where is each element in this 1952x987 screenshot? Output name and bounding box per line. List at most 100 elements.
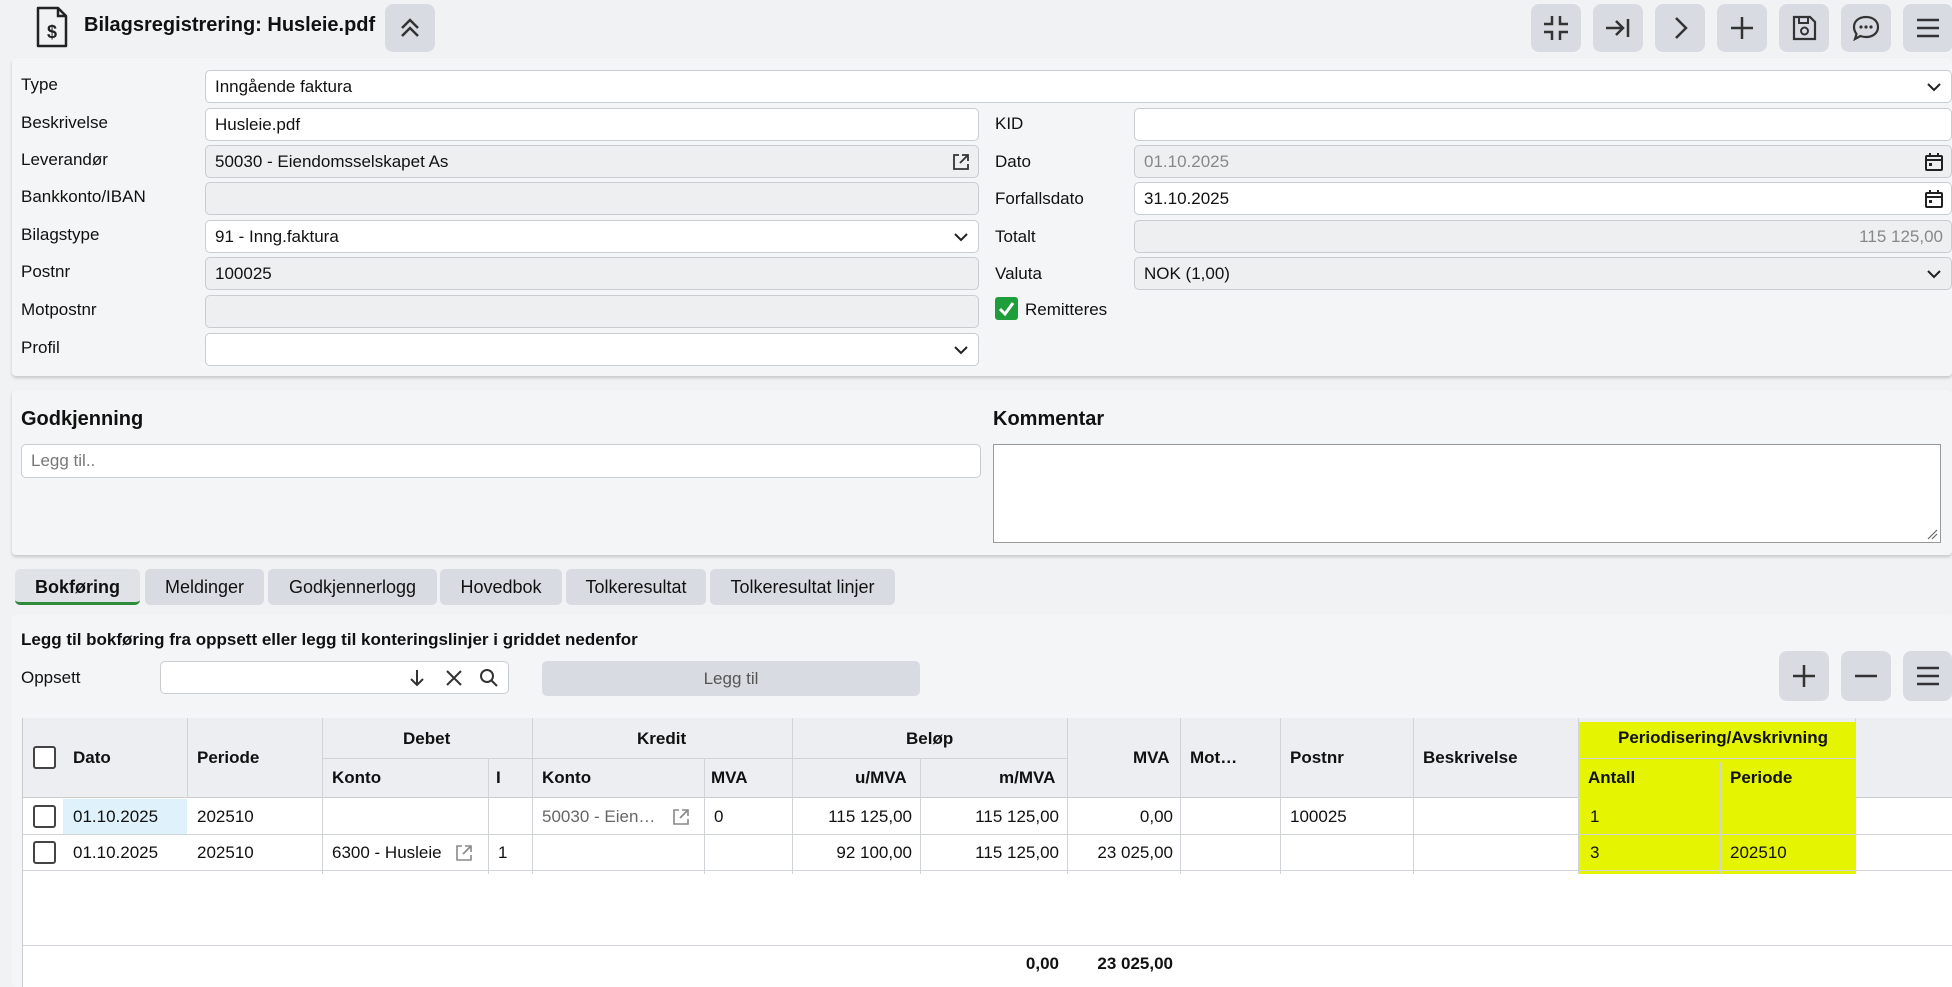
cell-debet-konto[interactable]: 6300 - Husleie <box>332 843 442 863</box>
tab-tolkeresultat-linjer[interactable]: Tolkeresultat linjer <box>710 569 895 605</box>
beskrivelse-input[interactable]: Husleie.pdf <box>205 108 979 141</box>
cell-debet-i[interactable]: 1 <box>498 843 507 863</box>
row-checkbox[interactable] <box>33 805 56 828</box>
leverandor-field[interactable]: 50030 - Eiendomsselskapet As <box>205 145 979 178</box>
col-periode[interactable]: Periode <box>197 748 259 768</box>
cell-mva[interactable]: 0,00 <box>1075 807 1173 827</box>
tab-label: Tolkeresultat <box>585 577 687 597</box>
cell-m-mva[interactable]: 115 125,00 <box>928 843 1059 863</box>
col-debet-konto[interactable]: Konto <box>332 768 381 788</box>
valuta-select[interactable]: NOK (1,00) <box>1134 257 1952 290</box>
col-group-periodisering: Periodisering/Avskrivning <box>1618 728 1829 747</box>
cell-u-mva[interactable]: 115 125,00 <box>803 807 912 827</box>
col-postnr[interactable]: Postnr <box>1290 748 1344 768</box>
cell-per-periode[interactable]: 202510 <box>1730 843 1787 863</box>
total-mva: 23 025,00 <box>1097 954 1173 973</box>
col-beskrivelse[interactable]: Beskrivelse <box>1423 748 1518 768</box>
save-icon <box>1792 15 1817 41</box>
shrink-icon <box>1544 16 1568 40</box>
cell-kredit-mva[interactable]: 0 <box>714 807 723 827</box>
bilagstype-select[interactable]: 91 - Inng.faktura <box>205 220 979 253</box>
dato-label: Dato <box>995 152 1031 171</box>
menu-button[interactable] <box>1903 4 1952 52</box>
col-dato[interactable]: Dato <box>73 748 111 768</box>
forfallsdato-input[interactable]: 31.10.2025 <box>1134 182 1952 215</box>
col-mot[interactable]: Mot… <box>1190 748 1237 768</box>
cell-mva[interactable]: 23 025,00 <box>1075 843 1173 863</box>
col-kredit-mva[interactable]: MVA <box>711 768 748 788</box>
postnr-field[interactable]: 100025 <box>205 257 979 290</box>
col-u-mva[interactable]: u/MVA <box>855 768 907 788</box>
hamburger-icon <box>1916 666 1939 686</box>
godkjenning-input[interactable]: Legg til.. <box>21 444 981 478</box>
totalt-value: 115 125,00 <box>1859 227 1943 246</box>
postnr-label: Postnr <box>21 262 71 281</box>
cell-periode[interactable]: 202510 <box>197 843 254 863</box>
kommentar-textarea[interactable] <box>993 444 1941 543</box>
tab-godkjennerlogg[interactable]: Godkjennerlogg <box>268 569 437 605</box>
collapse-button[interactable] <box>385 4 435 52</box>
search-icon[interactable] <box>479 668 499 688</box>
col-group-kredit: Kredit <box>637 729 687 748</box>
beskrivelse-value: Husleie.pdf <box>215 115 301 134</box>
kid-input[interactable] <box>1134 108 1952 141</box>
bankkonto-field[interactable] <box>205 182 979 215</box>
external-link-icon[interactable] <box>454 843 474 863</box>
motpostnr-field[interactable] <box>205 295 979 328</box>
profil-select[interactable] <box>205 333 979 366</box>
cell-dato[interactable]: 01.10.2025 <box>73 807 158 827</box>
table-row[interactable]: 01.10.2025 202510 6300 - Husleie 1 92 10… <box>23 835 1952 870</box>
cell-kredit-konto[interactable]: 50030 - Eien… <box>542 807 655 827</box>
new-button[interactable] <box>1717 4 1767 52</box>
col-mva[interactable]: MVA <box>1133 748 1170 768</box>
table-row[interactable]: 01.10.2025 202510 50030 - Eien… 0 115 12… <box>23 799 1952 834</box>
cell-postnr[interactable]: 100025 <box>1290 807 1347 827</box>
external-link-icon[interactable] <box>671 807 691 827</box>
oppsett-label: Oppsett <box>21 668 81 687</box>
tab-meldinger[interactable]: Meldinger <box>145 569 264 605</box>
dato-field[interactable]: 01.10.2025 <box>1134 145 1952 178</box>
cell-u-mva[interactable]: 92 100,00 <box>803 843 912 863</box>
cell-m-mva[interactable]: 115 125,00 <box>928 807 1059 827</box>
add-row-button[interactable] <box>1779 651 1829 701</box>
valuta-label: Valuta <box>995 264 1042 283</box>
bankkonto-label: Bankkonto/IBAN <box>21 187 146 206</box>
calendar-icon[interactable] <box>1923 188 1945 210</box>
save-button[interactable] <box>1779 4 1829 52</box>
resize-handle-icon[interactable] <box>1926 528 1938 540</box>
legg-til-label: Legg til <box>703 669 759 688</box>
calendar-icon[interactable] <box>1923 151 1945 173</box>
godkjenning-placeholder: Legg til.. <box>31 451 96 470</box>
tab-bokforing[interactable]: Bokføring <box>15 569 140 605</box>
select-all-checkbox[interactable] <box>33 746 56 769</box>
cell-periode[interactable]: 202510 <box>197 807 254 827</box>
goto-last-button[interactable] <box>1593 4 1643 52</box>
clear-icon[interactable] <box>444 668 464 688</box>
totalt-field[interactable]: 115 125,00 <box>1134 220 1952 253</box>
comment-button[interactable] <box>1841 4 1891 52</box>
row-checkbox[interactable] <box>33 841 56 864</box>
external-link-icon[interactable] <box>950 151 972 173</box>
oppsett-input[interactable] <box>160 661 509 694</box>
col-antall[interactable]: Antall <box>1588 768 1635 788</box>
tab-hovedbok[interactable]: Hovedbok <box>440 569 562 605</box>
col-kredit-konto[interactable]: Konto <box>542 768 591 788</box>
col-debet-i[interactable]: I <box>496 768 501 788</box>
page-title: Bilagsregistrering: Husleie.pdf <box>84 14 376 36</box>
cell-antall[interactable]: 3 <box>1590 843 1599 863</box>
svg-text:$: $ <box>47 22 57 42</box>
cell-antall[interactable]: 1 <box>1590 807 1599 827</box>
col-m-mva[interactable]: m/MVA <box>999 768 1055 788</box>
remitteres-checkbox[interactable] <box>995 297 1018 320</box>
arrow-down-icon[interactable] <box>407 668 427 688</box>
grid-menu-button[interactable] <box>1903 651 1952 701</box>
cell-dato[interactable]: 01.10.2025 <box>73 843 158 863</box>
tab-tolkeresultat[interactable]: Tolkeresultat <box>566 569 706 605</box>
remove-row-button[interactable] <box>1841 651 1891 701</box>
minimize-button[interactable] <box>1531 4 1581 52</box>
type-select[interactable]: Inngående faktura <box>205 70 1952 103</box>
minus-icon <box>1855 674 1877 678</box>
next-button[interactable] <box>1655 4 1705 52</box>
col-per-periode[interactable]: Periode <box>1730 768 1792 788</box>
legg-til-button[interactable]: Legg til <box>542 661 920 696</box>
